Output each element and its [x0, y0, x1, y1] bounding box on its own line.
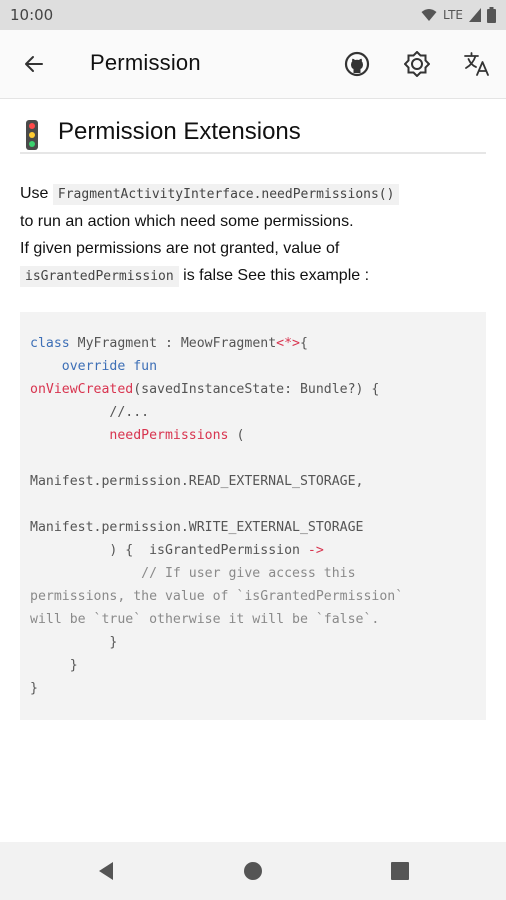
text-line-4: is false See this example :	[183, 267, 370, 284]
code-block: class MyFragment : MeowFragment<*>{ over…	[20, 312, 486, 720]
code-token: ->	[307, 543, 324, 558]
section-title: Permission Extensions	[58, 118, 301, 145]
traffic-light-icon	[26, 120, 38, 150]
text-line-3: If given permissions are not granted, va…	[20, 240, 340, 257]
arrow-back-icon[interactable]	[20, 50, 48, 78]
code-token: class	[30, 336, 70, 351]
code-token: // If user give access this	[141, 566, 356, 581]
page-title: Permission	[90, 50, 201, 75]
code-token: <*>	[276, 336, 300, 351]
code-token: override fun	[61, 359, 158, 374]
code-token: ) { isGrantedPermission	[109, 543, 308, 558]
nav-back-icon[interactable]	[94, 859, 118, 883]
nav-home-icon[interactable]	[241, 859, 265, 883]
translate-icon[interactable]	[463, 50, 491, 78]
code-token: MyFragment : MeowFragment	[69, 336, 277, 351]
section-header: Permission Extensions	[20, 118, 486, 154]
signal-icon	[469, 8, 481, 22]
code-token: (	[228, 428, 245, 443]
inline-code-is-granted: isGrantedPermission	[20, 266, 179, 287]
inline-code-need-permissions: FragmentActivityInterface.needPermission…	[52, 184, 400, 205]
wifi-icon	[421, 9, 437, 21]
code-token: onViewCreated	[30, 382, 134, 397]
navigation-bar	[0, 842, 506, 900]
code-token: will be `true` otherwise it will be `fal…	[30, 612, 380, 627]
brightness-icon[interactable]	[403, 50, 431, 78]
nav-recents-icon[interactable]	[388, 859, 412, 883]
code-token: {	[299, 336, 308, 351]
code-token: }	[30, 681, 38, 696]
description: Use FragmentActivityInterface.needPermis…	[20, 180, 486, 290]
battery-icon	[487, 7, 496, 23]
code-token: permissions, the value of `isGrantedPerm…	[30, 589, 404, 604]
status-icons: LTE	[421, 6, 496, 24]
network-label: LTE	[443, 8, 463, 22]
text-use: Use	[20, 185, 49, 202]
app-bar: Permission	[0, 30, 506, 99]
code-token: //...	[109, 405, 150, 420]
text-line-2: to run an action which need some permiss…	[20, 213, 354, 230]
status-bar: 10:00 LTE	[0, 0, 506, 30]
code-token: }	[109, 635, 118, 650]
code-token: Manifest.permission.READ_EXTERNAL_STORAG…	[30, 474, 364, 489]
status-time: 10:00	[10, 6, 54, 24]
code-token: }	[69, 658, 78, 673]
github-icon[interactable]	[343, 50, 371, 78]
code-token: (savedInstanceState: Bundle?) {	[133, 382, 380, 397]
code-token: Manifest.permission.WRITE_EXTERNAL_STORA…	[30, 520, 364, 535]
code-token: needPermissions	[109, 428, 229, 443]
